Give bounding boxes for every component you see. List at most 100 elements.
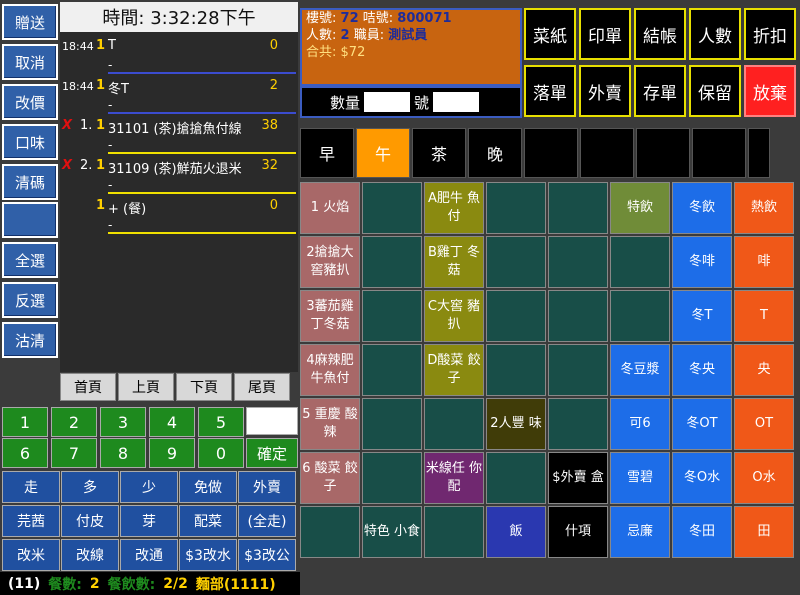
modifier-button[interactable]: 免做	[179, 471, 237, 503]
meal-tab-6[interactable]	[636, 128, 690, 178]
modifier-button[interactable]: $3改公	[238, 539, 296, 571]
menu-item[interactable]: 5 重慶 酸辣	[300, 398, 360, 450]
modifier-button[interactable]: $3改水	[179, 539, 237, 571]
modifier-button[interactable]: 芫茜	[2, 505, 60, 537]
modifier-button[interactable]: 改通	[120, 539, 178, 571]
order-line[interactable]: X 2. 1 31109 (茶)鮮茄火退米 32 -	[60, 154, 298, 194]
numpad-5[interactable]: 5	[198, 407, 244, 437]
menu-item[interactable]	[486, 290, 546, 342]
menu-item[interactable]	[486, 236, 546, 288]
numpad-3[interactable]: 3	[100, 407, 146, 437]
menu-item[interactable]: 啡	[734, 236, 794, 288]
menu-item[interactable]	[548, 290, 608, 342]
order-list[interactable]: 18:44 1 T 0-18:44 1 冬T 2- X 1. 1 31101 (茶)搶搶魚付線 38-…	[60, 32, 298, 372]
order-line[interactable]: X 1. 1 31101 (茶)搶搶魚付線 38 -	[60, 114, 298, 154]
menu-item[interactable]	[548, 344, 608, 396]
menu-item[interactable]	[548, 398, 608, 450]
numpad-7[interactable]: 7	[51, 438, 97, 468]
menu-item[interactable]	[424, 506, 484, 558]
menu-item[interactable]: 3蕃茄雞 丁冬菇	[300, 290, 360, 342]
left-button-4[interactable]: 清碼	[2, 164, 58, 200]
menu-item[interactable]: 1 火焰	[300, 182, 360, 234]
modifier-button[interactable]: 芽	[120, 505, 178, 537]
menu-item[interactable]: D酸菜 餃子	[424, 344, 484, 396]
modifier-button[interactable]: (全走)	[238, 505, 296, 537]
page-button-1[interactable]: 上頁	[118, 373, 174, 401]
modifier-button[interactable]: 走	[2, 471, 60, 503]
function-button-1[interactable]: 印單	[579, 8, 631, 60]
meal-tab-4[interactable]	[524, 128, 578, 178]
menu-item[interactable]: 2人豐 味	[486, 398, 546, 450]
quantity-input[interactable]	[364, 92, 411, 112]
menu-item[interactable]	[548, 182, 608, 234]
page-button-2[interactable]: 下頁	[176, 373, 232, 401]
left-button-3[interactable]: 口味	[2, 124, 58, 160]
number-input[interactable]	[433, 92, 480, 112]
meal-tab-3[interactable]: 晚	[468, 128, 522, 178]
menu-item[interactable]: B雞丁 冬菇	[424, 236, 484, 288]
function-button-3[interactable]: 人數	[689, 8, 741, 60]
modifier-button[interactable]: 改米	[2, 539, 60, 571]
menu-item[interactable]: 特飲	[610, 182, 670, 234]
menu-item[interactable]	[548, 236, 608, 288]
menu-item[interactable]: 冬T	[672, 290, 732, 342]
menu-item[interactable]	[362, 344, 422, 396]
menu-item[interactable]	[300, 506, 360, 558]
modifier-button[interactable]: 付皮	[61, 505, 119, 537]
menu-item[interactable]: 冬啡	[672, 236, 732, 288]
menu-item[interactable]: 冬央	[672, 344, 732, 396]
menu-item[interactable]: 冬豆漿	[610, 344, 670, 396]
left-button-0[interactable]: 贈送	[2, 4, 58, 40]
menu-item[interactable]	[362, 452, 422, 504]
meal-tab-7[interactable]	[692, 128, 746, 178]
function-button-2[interactable]: 結帳	[634, 8, 686, 60]
menu-item[interactable]: 可6	[610, 398, 670, 450]
modifier-button[interactable]: 多	[61, 471, 119, 503]
meal-tab-0[interactable]: 早	[300, 128, 354, 178]
menu-item[interactable]: 6 酸菜 餃子	[300, 452, 360, 504]
left-button-1[interactable]: 取消	[2, 44, 58, 80]
menu-item[interactable]	[362, 398, 422, 450]
menu-item[interactable]: 飯	[486, 506, 546, 558]
left-button-7[interactable]: 反選	[2, 282, 58, 318]
left-button-5[interactable]	[2, 202, 58, 238]
function-button-0[interactable]: 菜紙	[524, 8, 576, 60]
numpad-6[interactable]: 6	[2, 438, 48, 468]
numpad-0[interactable]: 0	[198, 438, 244, 468]
function-button-7[interactable]: 存單	[634, 65, 686, 117]
menu-item[interactable]: C大窖 豬扒	[424, 290, 484, 342]
numpad-9[interactable]: 9	[149, 438, 195, 468]
menu-item[interactable]: 央	[734, 344, 794, 396]
menu-item[interactable]	[610, 290, 670, 342]
meal-tab-8[interactable]	[748, 128, 770, 178]
menu-item[interactable]: 忌廉	[610, 506, 670, 558]
menu-item[interactable]: 米線任 你配	[424, 452, 484, 504]
menu-item[interactable]: 什項	[548, 506, 608, 558]
function-button-9[interactable]: 放棄	[744, 65, 796, 117]
modifier-button[interactable]: 少	[120, 471, 178, 503]
order-line[interactable]: 18:44 1 T 0 -	[60, 34, 298, 74]
modifier-button[interactable]: 改線	[61, 539, 119, 571]
function-button-5[interactable]: 落單	[524, 65, 576, 117]
confirm-button[interactable]: 確定	[246, 438, 298, 468]
meal-tab-1[interactable]: 午	[356, 128, 410, 178]
menu-item[interactable]	[486, 182, 546, 234]
meal-tab-5[interactable]	[580, 128, 634, 178]
menu-item[interactable]	[362, 182, 422, 234]
function-button-6[interactable]: 外賣	[579, 65, 631, 117]
menu-item[interactable]	[486, 344, 546, 396]
page-button-0[interactable]: 首頁	[60, 373, 116, 401]
left-button-2[interactable]: 改價	[2, 84, 58, 120]
menu-item[interactable]	[610, 236, 670, 288]
meal-tab-2[interactable]: 茶	[412, 128, 466, 178]
menu-item[interactable]: A肥牛 魚付	[424, 182, 484, 234]
menu-item[interactable]: 冬OT	[672, 398, 732, 450]
menu-item[interactable]: $外賣 盒	[548, 452, 608, 504]
page-button-3[interactable]: 尾頁	[234, 373, 290, 401]
menu-item[interactable]: OT	[734, 398, 794, 450]
menu-item[interactable]: 冬O水	[672, 452, 732, 504]
numpad-2[interactable]: 2	[51, 407, 97, 437]
menu-item[interactable]: 4麻辣肥 牛魚付	[300, 344, 360, 396]
function-button-8[interactable]: 保留	[689, 65, 741, 117]
menu-item[interactable]: 2搶搶大 窖豬扒	[300, 236, 360, 288]
